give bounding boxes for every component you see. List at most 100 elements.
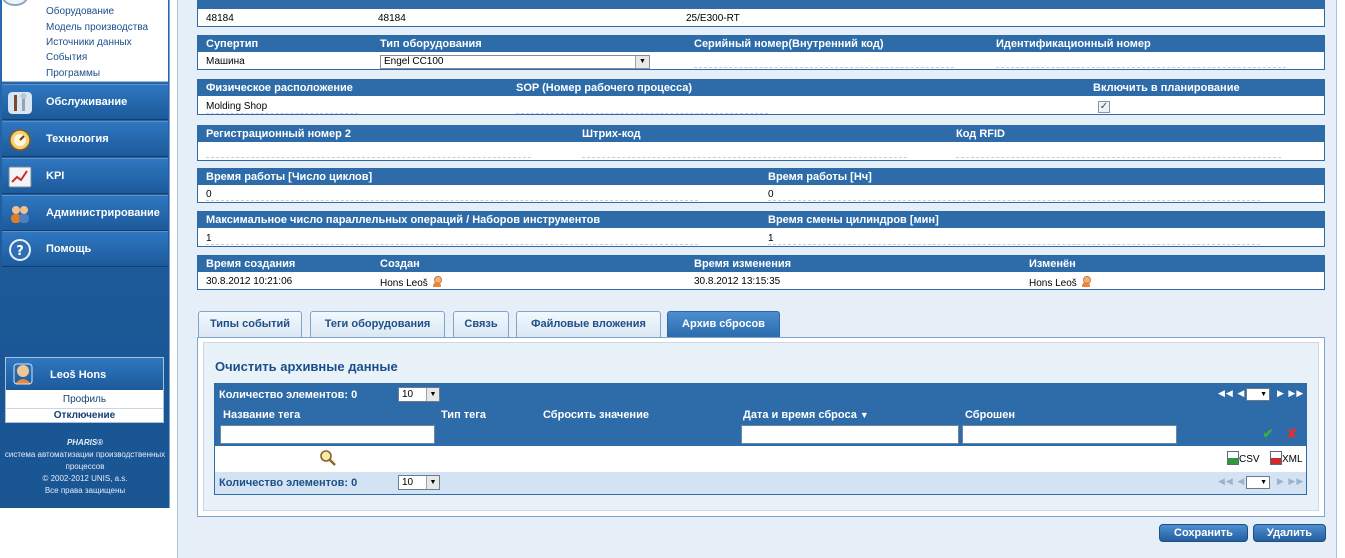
submenu-item-equipment[interactable]: Оборудование [46,6,114,17]
logout-link[interactable]: Отключение [6,408,163,421]
reset-datetime-filter-input[interactable] [741,425,959,444]
supertype-value: Машина [206,56,245,67]
cycles-value: 0 [206,189,212,200]
csv-file-icon [1227,451,1239,465]
delete-button[interactable]: Удалить [1253,524,1326,542]
tab-equipment-tags[interactable]: Теги оборудования [310,311,445,338]
cylinder-time-value: 1 [768,233,774,244]
submenu-item-production-model[interactable]: Модель производства [46,22,148,33]
submenu-item-programs[interactable]: Программы [46,68,100,79]
modified-by-value: Hons Leoš [1029,276,1091,289]
pager-prev-icon[interactable]: ◀◀ ◀ [1218,476,1245,487]
barcode-label: Штрих-код [582,128,641,140]
grid-body: CSV XML [215,446,1306,472]
column-reset-datetime[interactable]: Дата и время сброса ▼ [743,409,869,421]
modified-time-label: Время изменения [694,258,792,270]
modified-by-name: Hons Leoš [1029,278,1077,289]
users-icon [11,206,29,223]
pager-next-icon[interactable]: ▶ ▶▶ [1277,476,1304,487]
search-icon[interactable] [319,449,337,466]
modified-by-label: Изменён [1029,258,1076,270]
supertype-label: Супертип [206,38,259,50]
submenu-item-events[interactable]: События [46,52,87,63]
page-number-select[interactable]: ▼ [1246,388,1270,401]
tag-name-filter-input[interactable] [220,425,435,444]
registration-field[interactable] [206,157,531,158]
tab-connection[interactable]: Связь [453,311,509,338]
ident-number-label: Идентификационный номер [996,38,1151,50]
save-button[interactable]: Сохранить [1159,524,1248,542]
audit-row: Время создания Создан Время изменения Из… [197,255,1325,290]
tab-file-attachments[interactable]: Файловые вложения [516,311,661,338]
page-size-select[interactable]: 10 ▼ [398,387,440,402]
chevron-down-icon: ▼ [426,388,439,401]
menu-label: Администрирование [46,207,160,219]
cylinder-time-field[interactable] [768,244,1260,245]
menu-item-technology[interactable]: Технология [2,121,168,157]
identifier-value: 48184 [206,13,234,24]
sop-field[interactable] [516,113,768,114]
tab-reset-archive[interactable]: Архив сбросов [667,311,780,338]
tools-icon [8,92,32,114]
created-by-value: Hons Leoš [380,276,442,289]
gauge-icon [9,129,31,151]
user-icon [1081,276,1091,287]
menu-item-kpi[interactable]: KPI [2,158,168,194]
column-tag-name[interactable]: Название тега [223,409,300,421]
page-size-select[interactable]: 10 ▼ [398,475,440,490]
menu-label: Помощь [46,243,92,255]
apply-filter-icon[interactable]: ✔ [1260,426,1276,442]
hours-value: 0 [768,189,774,200]
export-csv-label: CSV [1239,454,1260,465]
created-by-label: Создан [380,258,420,270]
cycles-field[interactable] [206,200,698,201]
menu-item-administration[interactable]: Администрирование [2,195,168,231]
user-name: Leoš Hons [50,369,107,381]
sidebar: Оборудование Модель производства Источни… [0,0,170,508]
barcode-field[interactable] [582,157,907,158]
location-underline [206,113,358,114]
grid-header: Название тега Тип тега Сбросить значение… [215,406,1306,446]
app-window: Оборудование Модель производства Источни… [0,0,1345,558]
brand-line: система автоматизации производственных [4,450,166,459]
max-ops-field[interactable] [206,244,698,245]
created-by-name: Hons Leoš [380,278,428,289]
clear-filter-icon[interactable]: ✘ [1284,426,1300,442]
reset-by-filter-input[interactable] [962,425,1177,444]
ident-number-field[interactable] [996,67,1286,68]
rfid-field[interactable] [956,157,1281,158]
svg-text:?: ? [16,244,24,259]
chevron-down-icon: ▼ [426,476,439,489]
planning-checkbox[interactable]: ✓ [1098,101,1110,113]
menu-item-maintenance[interactable]: Обслуживание [2,84,168,120]
column-tag-type[interactable]: Тип тега [441,409,486,421]
max-ops-row: Максимальное число параллельных операций… [197,211,1325,247]
planning-label: Включить в планирование [1093,82,1240,94]
serial-number-field[interactable] [694,67,954,68]
menu-item-help[interactable]: ? Помощь [2,231,168,267]
submenu-item-data-sources[interactable]: Источники данных [46,37,132,48]
column-reset-value[interactable]: Сбросить значение [543,409,649,421]
column-reset-by[interactable]: Сброшен [965,409,1015,421]
location-value: Molding Shop [206,101,268,112]
page-size-value: 10 [402,389,414,400]
identifier-row: 48184 48184 25/E300-RT [197,0,1325,27]
hours-label: Время работы [Нч] [768,171,872,183]
page-number-select[interactable]: ▼ [1246,476,1270,489]
item-count: Количество элементов: 0 [219,477,358,489]
tab-event-types[interactable]: Типы событий [198,311,302,338]
export-csv-button[interactable]: CSV [1227,451,1260,465]
export-xml-button[interactable]: XML [1270,451,1303,465]
sort-desc-icon: ▼ [859,410,869,420]
pager-next-icon[interactable]: ▶ ▶▶ [1277,388,1304,399]
registration-row: Регистрационный номер 2 Штрих-код Код RF… [197,125,1325,161]
equipment-type-select[interactable]: Engel CC100 ▼ [380,55,650,69]
equipment-icon [2,0,28,6]
brand-copyright: © 2002-2012 UNIS, a.s. [42,474,128,483]
location-label: Физическое расположение [206,82,353,94]
profile-link[interactable]: Профиль [6,394,163,405]
hours-field[interactable] [768,200,1260,201]
pager-prev-icon[interactable]: ◀◀ ◀ [1218,388,1245,399]
user-avatar-icon [13,363,33,385]
xml-file-icon [1270,451,1282,465]
